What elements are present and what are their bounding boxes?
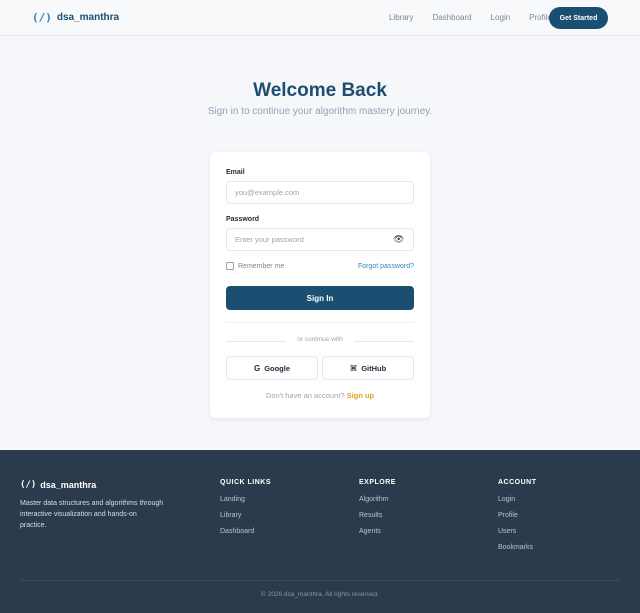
github-signin-button[interactable]: ⌘ GitHub [322,356,414,380]
footer-column-heading: QUICK LINKS [220,479,271,486]
section-separator [226,322,414,323]
footer-link-algorithm[interactable]: Algorithm [359,496,396,503]
footer-link-login[interactable]: Login [498,496,537,503]
nav-link-dashboard[interactable]: Dashboard [432,13,471,22]
email-label: Email [226,169,245,176]
forgot-password-link[interactable]: Forgot password? [358,263,414,270]
signup-prompt-text: Don't have an account? [265,391,345,400]
brand-logo[interactable]: (/) dsa_manthra [32,11,119,24]
top-nav-bar: (/) dsa_manthra Library Dashboard Login … [0,0,640,36]
google-signin-button[interactable]: G Google [226,356,318,380]
footer-description: Master data structures and algorithms th… [20,500,164,529]
google-label: Google [264,363,291,373]
footer-brand-name: dsa_manthra [40,480,97,490]
divider: or continue with [226,336,414,346]
footer-column-heading: ACCOUNT [498,479,537,486]
brand-name: dsa_manthra [56,12,120,23]
footer-link-bookmarks[interactable]: Bookmarks [498,544,537,551]
remember-me: Remember me [226,262,284,270]
password-label: Password [226,216,260,223]
footer-link-landing[interactable]: Landing [220,496,271,503]
footer-column-quick-links: QUICK LINKS Landing Library Dashboard [220,479,271,544]
email-field[interactable] [226,181,414,204]
footer-link-library[interactable]: Library [220,512,271,519]
site-footer: (/) dsa_manthra Master data structures a… [0,450,640,613]
footer-link-profile[interactable]: Profile [498,512,537,519]
main-nav: Library Dashboard Login Profile [389,13,571,22]
footer-column-account: ACCOUNT Login Profile Users Bookmarks [498,479,537,560]
remember-me-label: Remember me [238,262,285,270]
footer-column-heading: EXPLORE [359,479,396,486]
footer-link-dashboard[interactable]: Dashboard [220,528,271,535]
footer-column-explore: EXPLORE Algorithm Results Agents [359,479,396,544]
get-started-button[interactable]: Get Started [549,7,608,29]
remember-me-checkbox[interactable] [226,262,234,270]
footer-link-results[interactable]: Results [359,512,396,519]
nav-link-login[interactable]: Login [491,13,511,22]
github-icon: ⌘ [349,363,358,373]
signup-prompt: Don't have an account? Sign up [210,391,430,400]
page-title: Welcome Back [253,80,387,101]
github-label: GitHub [361,363,387,373]
login-card: Email Password 👁 Remember me Forgot pass… [210,152,430,418]
footer-link-agents[interactable]: Agents [359,528,396,535]
footer-divider [20,580,620,581]
footer-link-users[interactable]: Users [498,528,537,535]
footer-brand[interactable]: (/) dsa_manthra [20,480,96,490]
sign-in-button[interactable]: Sign In [226,286,414,310]
code-brackets-icon: (/) [32,11,52,24]
page-subtitle: Sign in to continue your algorithm maste… [207,106,433,117]
code-brackets-icon: (/) [20,480,37,490]
nav-link-library[interactable]: Library [389,13,413,22]
signup-link[interactable]: Sign up [347,391,375,400]
copyright-text: © 2026 dsa_manthra. All rights reserved. [261,591,379,598]
divider-line-right [354,341,414,342]
password-field[interactable] [226,228,414,251]
eye-icon[interactable]: 👁 [393,234,404,245]
google-icon: G [253,363,261,373]
